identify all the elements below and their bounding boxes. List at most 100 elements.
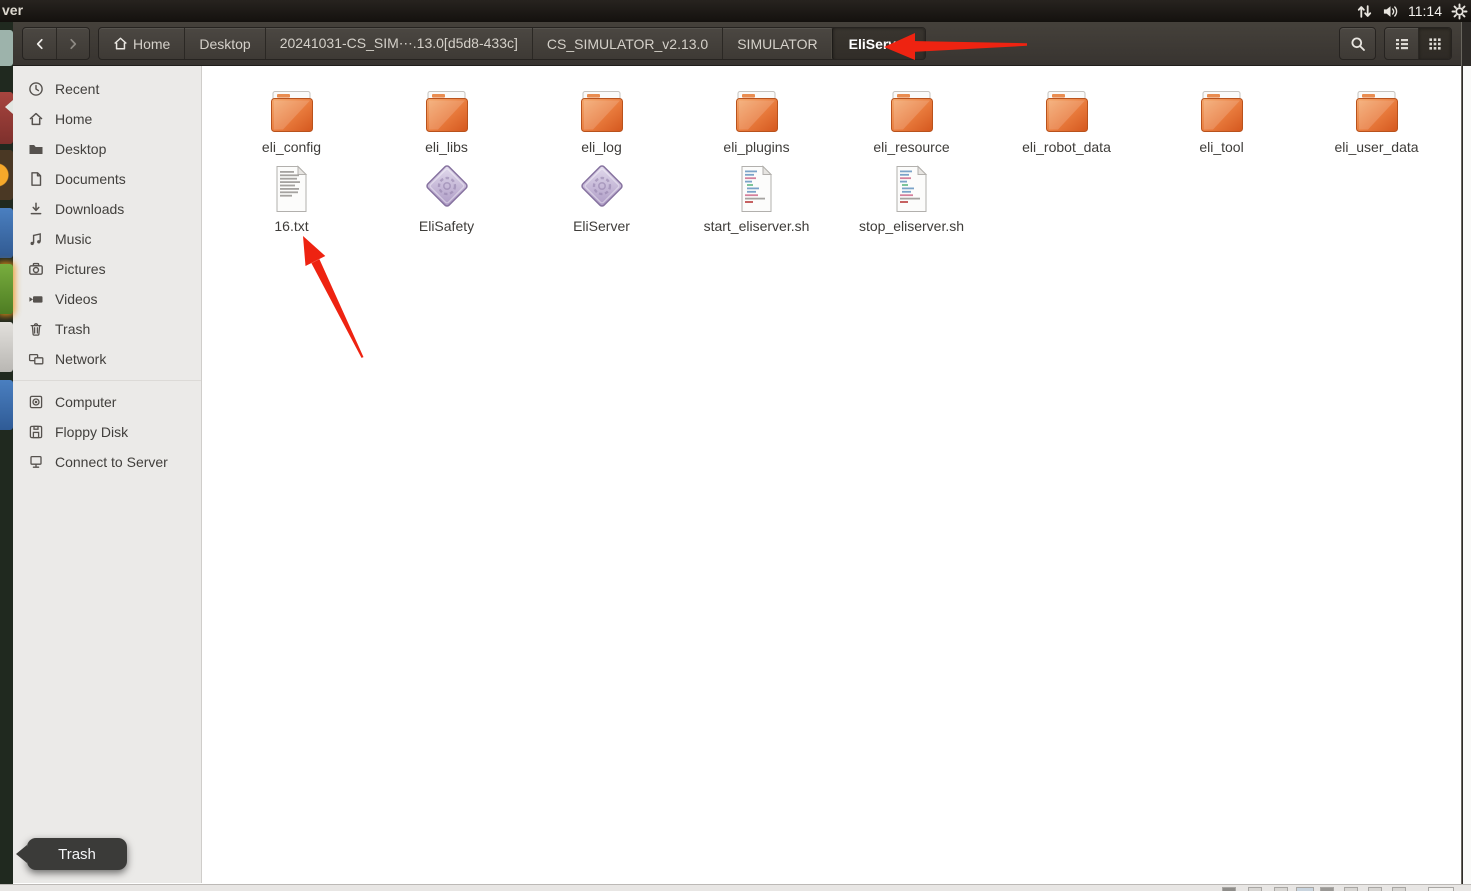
grid-view-button[interactable] <box>1418 28 1451 59</box>
file-item-eli-libs[interactable]: eli_libs <box>369 66 524 155</box>
file-name: eli_config <box>261 139 322 155</box>
file-item-eli-tool[interactable]: eli_tool <box>1144 66 1299 155</box>
file-item-16-txt[interactable]: 16.txt <box>214 155 369 234</box>
sidebar-item-computer[interactable]: Computer <box>13 387 201 417</box>
sidebar-label: Videos <box>55 291 98 307</box>
sidebar-label: Pictures <box>55 261 106 277</box>
nav-buttons <box>22 27 90 60</box>
breadcrumb-label: EliServer <box>848 35 910 52</box>
breadcrumb-cs-simulator[interactable]: CS_SIMULATOR_v2.13.0 <box>533 28 724 59</box>
music-notes-icon <box>28 231 44 247</box>
home-icon <box>28 111 44 127</box>
folder-icon <box>422 90 472 134</box>
dock-tooltip-trash: Trash <box>16 838 127 870</box>
breadcrumb-home[interactable]: Home <box>99 28 186 59</box>
sidebar-item-downloads[interactable]: Downloads <box>13 194 201 224</box>
breadcrumb-eliserver-active[interactable]: EliServer <box>831 28 926 59</box>
executable-diamond-icon <box>575 159 629 213</box>
dock-item[interactable] <box>0 322 13 372</box>
dock-item[interactable] <box>0 30 13 66</box>
top-panel: ver 11:14 <box>0 0 1471 22</box>
breadcrumb-archive[interactable]: 20241031-CS_SIM⋯.13.0[d5d8-433c] <box>266 28 533 59</box>
file-name: eli_libs <box>425 139 468 155</box>
file-item-elisafety[interactable]: EliSafety <box>369 155 524 234</box>
sidebar-separator <box>13 380 201 381</box>
sidebar-item-documents[interactable]: Documents <box>13 164 201 194</box>
sidebar-item-pictures[interactable]: Pictures <box>13 254 201 284</box>
dock-item[interactable] <box>0 150 13 200</box>
breadcrumb-label: Home <box>133 35 171 52</box>
sidebar-label: Network <box>55 351 107 367</box>
sidebar-label: Desktop <box>55 141 107 157</box>
taskbar-mini-icon <box>1428 887 1454 891</box>
file-item-eli-resource[interactable]: eli_resource <box>834 66 989 155</box>
file-item-eliserver[interactable]: EliServer <box>524 155 679 234</box>
breadcrumb-desktop[interactable]: Desktop <box>185 28 266 59</box>
folder-icon <box>887 90 937 134</box>
dock-item[interactable] <box>0 264 13 314</box>
sidebar-item-trash[interactable]: Trash <box>13 314 201 344</box>
back-button[interactable] <box>23 28 56 59</box>
file-name: eli_plugins <box>723 139 790 155</box>
file-item-eli-robot-data[interactable]: eli_robot_data <box>989 66 1144 155</box>
sidebar-item-network[interactable]: Network <box>13 344 201 374</box>
taskbar-mini-icon <box>1344 887 1358 891</box>
sidebar-item-desktop[interactable]: Desktop <box>13 134 201 164</box>
background-window-strip <box>0 884 1471 891</box>
grid-view-icon <box>1427 36 1443 52</box>
file-grid: eli_config eli_libs eli_log eli_plugins … <box>202 66 1461 883</box>
executable-diamond-icon <box>420 159 474 213</box>
document-icon <box>28 171 44 187</box>
file-item-eli-user-data[interactable]: eli_user_data <box>1299 66 1454 155</box>
file-item-start-eliserver[interactable]: start_eliserver.sh <box>679 155 834 234</box>
file-name: eli_robot_data <box>1022 139 1111 155</box>
toolbar: Home Desktop 20241031-CS_SIM⋯.13.0[d5d8-… <box>13 22 1461 66</box>
text-file-icon <box>274 165 309 213</box>
sidebar-label: Trash <box>55 321 91 337</box>
volume-icon[interactable] <box>1382 3 1399 20</box>
sidebar-item-recent[interactable]: Recent <box>13 74 201 104</box>
clock[interactable]: 11:14 <box>1408 3 1442 19</box>
sidebar-label: Floppy Disk <box>55 424 129 440</box>
sidebar-item-videos[interactable]: Videos <box>13 284 201 314</box>
file-name: 16.txt <box>274 218 309 234</box>
network-traffic-icon[interactable] <box>1356 3 1373 20</box>
sidebar-item-connect-server[interactable]: Connect to Server <box>13 447 201 477</box>
taskbar-mini-icon <box>1222 887 1236 891</box>
dock-item[interactable] <box>0 380 13 430</box>
settings-gear-icon[interactable] <box>1451 3 1468 20</box>
recent-clock-icon <box>28 81 44 97</box>
folder-icon <box>1352 90 1402 134</box>
file-item-eli-config[interactable]: eli_config <box>214 66 369 155</box>
toolbar-actions <box>1339 27 1452 60</box>
sidebar-label: Connect to Server <box>55 454 168 470</box>
taskbar-mini-icon <box>1248 887 1262 891</box>
panel-indicators: 11:14 <box>1356 0 1468 22</box>
sidebar-item-music[interactable]: Music <box>13 224 201 254</box>
sidebar-label: Documents <box>55 171 126 187</box>
desktop-folder-icon <box>28 141 44 157</box>
file-item-eli-log[interactable]: eli_log <box>524 66 679 155</box>
breadcrumb-label: 20241031-CS_SIM⋯.13.0[d5d8-433c] <box>279 35 518 51</box>
breadcrumb: Home Desktop 20241031-CS_SIM⋯.13.0[d5d8-… <box>98 27 927 60</box>
file-grid-row-2: 16.txt EliSafety EliServer start_eliserv… <box>202 155 1461 234</box>
list-view-button[interactable] <box>1385 28 1418 59</box>
list-view-icon <box>1394 36 1410 52</box>
search-button[interactable] <box>1339 27 1376 60</box>
sidebar-label: Music <box>55 231 92 247</box>
sidebar-label: Computer <box>55 394 117 410</box>
sidebar-item-floppy[interactable]: Floppy Disk <box>13 417 201 447</box>
file-grid-row-1: eli_config eli_libs eli_log eli_plugins … <box>202 66 1461 155</box>
download-icon <box>28 201 44 217</box>
breadcrumb-simulator[interactable]: SIMULATOR <box>723 28 833 59</box>
breadcrumb-label: CS_SIMULATOR_v2.13.0 <box>546 35 709 52</box>
file-item-eli-plugins[interactable]: eli_plugins <box>679 66 834 155</box>
dock-item[interactable] <box>0 208 13 258</box>
dock-active-marker <box>5 100 13 114</box>
sidebar-item-home[interactable]: Home <box>13 104 201 134</box>
desktop-screen: ver 11:14 Home Desktop 20241031-CS_SIM⋯.… <box>0 0 1471 891</box>
file-item-stop-eliserver[interactable]: stop_eliserver.sh <box>834 155 989 234</box>
forward-button[interactable] <box>56 28 89 59</box>
tooltip-label: Trash <box>58 845 96 863</box>
file-name: start_eliserver.sh <box>703 218 810 234</box>
